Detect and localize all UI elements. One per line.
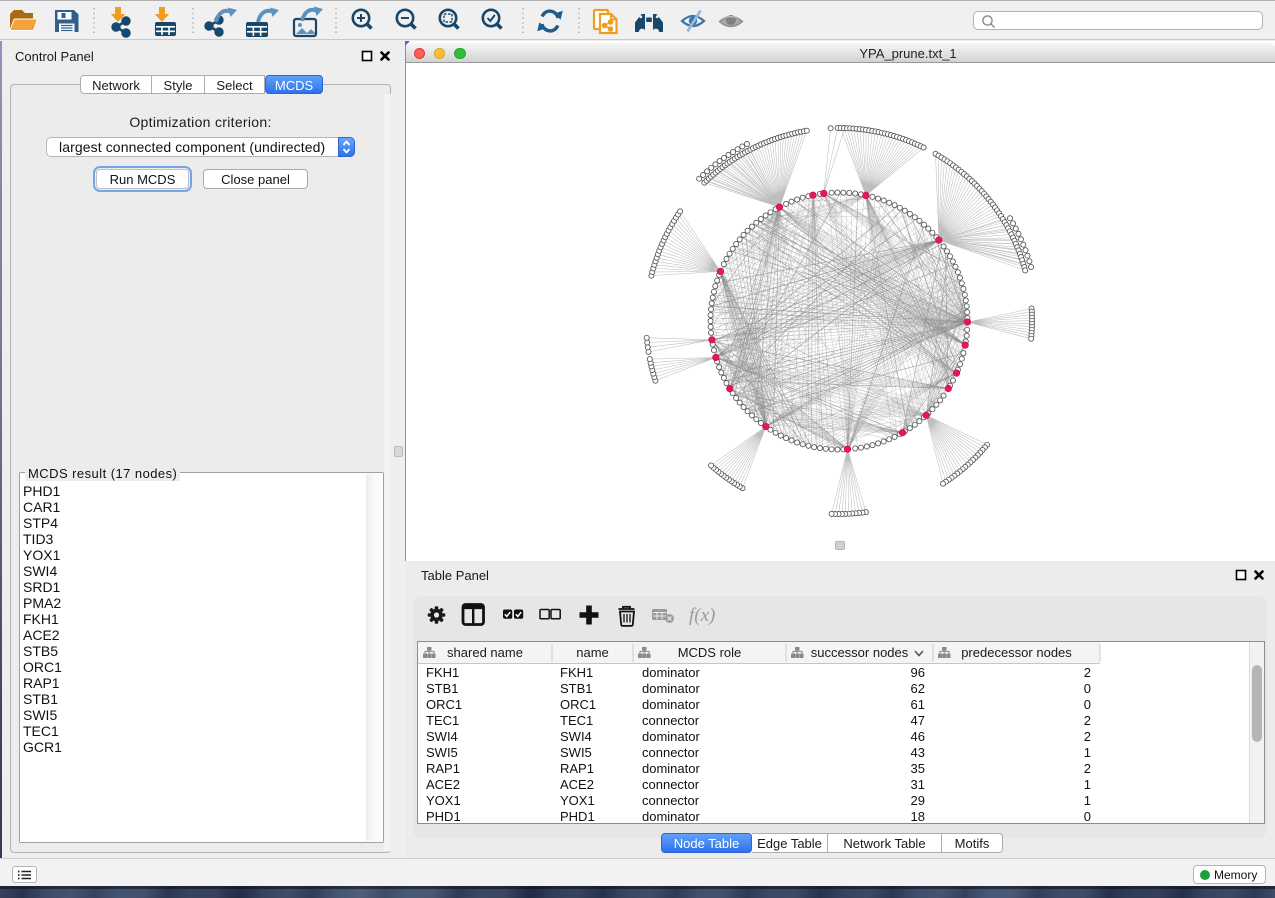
svg-text:f(x): f(x) xyxy=(689,605,715,626)
